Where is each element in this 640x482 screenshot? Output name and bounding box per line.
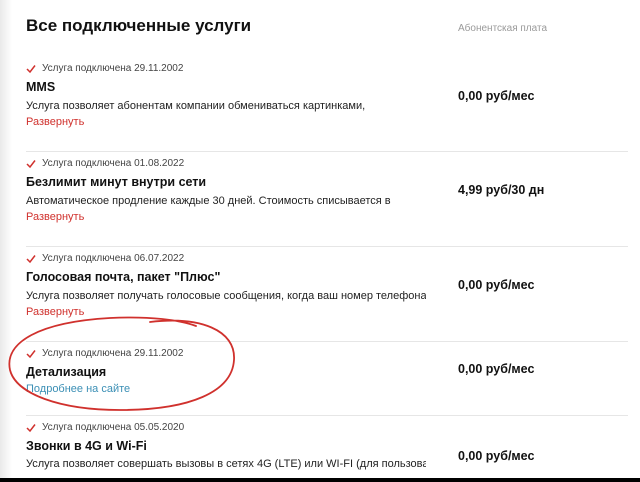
- service-price: 0,00 руб/мес: [458, 362, 535, 376]
- service-price: 4,99 руб/30 дн: [458, 183, 545, 197]
- service-status: Услуга подключена 01.08.2022: [26, 158, 184, 169]
- service-name: Звонки в 4G и Wi-Fi: [26, 439, 147, 453]
- more-info-link[interactable]: Подробнее на сайте: [26, 383, 130, 395]
- row-divider: [26, 151, 628, 152]
- service-description: Услуга позволяет абонентам компании обме…: [26, 100, 366, 112]
- service-name: Безлимит минут внутри сети: [26, 175, 207, 189]
- check-icon: [26, 423, 36, 433]
- expand-link[interactable]: Развернуть: [26, 211, 84, 223]
- check-icon: [26, 349, 36, 359]
- service-status: Услуга подключена 29.11.2002: [26, 63, 183, 74]
- service-description: Автоматическое продление каждые 30 дней.…: [26, 195, 391, 207]
- service-description: Услуга позволяет получать голосовые сооб…: [26, 290, 426, 302]
- services-page: Все подключенные услуги Абонентская плат…: [0, 0, 640, 482]
- row-divider: [26, 246, 628, 247]
- service-status-text: Услуга подключена 01.08.2022: [42, 158, 185, 169]
- service-status-text: Услуга подключена 05.05.2020: [42, 422, 185, 433]
- service-status: Услуга подключена 29.11.2002: [26, 348, 183, 359]
- services-list: Услуга подключена 29.11.2002 MMS Услуга …: [0, 0, 640, 482]
- service-name: Голосовая почта, пакет "Плюс": [26, 270, 221, 284]
- service-status-text: Услуга подключена 06.07.2022: [42, 253, 185, 264]
- bottom-bar: [0, 478, 640, 482]
- service-name: MMS: [26, 80, 56, 94]
- row-divider: [26, 341, 628, 342]
- service-row-unlimited-minutes: Услуга подключена 01.08.2022 Безлимит ми…: [0, 151, 640, 243]
- service-status-text: Услуга подключена 29.11.2002: [42, 63, 184, 74]
- service-price: 0,00 руб/мес: [458, 89, 535, 103]
- check-icon: [26, 254, 36, 264]
- check-icon: [26, 159, 36, 169]
- service-status: Услуга подключена 05.05.2020: [26, 422, 184, 433]
- service-status-text: Услуга подключена 29.11.2002: [42, 348, 184, 359]
- expand-link[interactable]: Развернуть: [26, 306, 84, 318]
- service-row-voicemail: Услуга подключена 06.07.2022 Голосовая п…: [0, 246, 640, 332]
- service-status: Услуга подключена 06.07.2022: [26, 253, 184, 264]
- service-description: Услуга позволяет совершать вызовы в сетя…: [26, 458, 426, 470]
- service-price: 0,00 руб/мес: [458, 278, 535, 292]
- service-price: 0,00 руб/мес: [458, 449, 535, 463]
- service-row-4g-wifi-calls: Услуга подключена 05.05.2020 Звонки в 4G…: [0, 415, 640, 478]
- service-name: Детализация: [26, 365, 107, 379]
- service-row-mms: Услуга подключена 29.11.2002 MMS Услуга …: [0, 56, 640, 150]
- expand-link[interactable]: Развернуть: [26, 116, 84, 128]
- service-row-detailing: Услуга подключена 29.11.2002 Детализация…: [0, 341, 640, 411]
- row-divider: [26, 415, 628, 416]
- check-icon: [26, 64, 36, 74]
